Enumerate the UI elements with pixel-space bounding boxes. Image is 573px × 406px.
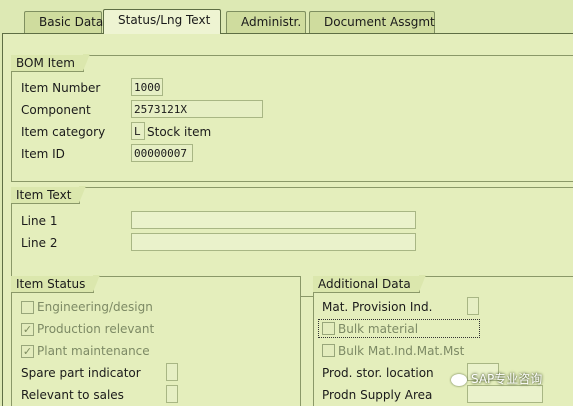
bulk-mat-ind-mat-mst-label: Bulk Mat.Ind.Mat.Mst: [338, 344, 465, 358]
tab-status-lng-text-label: Status/Lng Text: [118, 13, 211, 27]
prodn-supply-area-input[interactable]: [467, 385, 543, 403]
engineering-design-label: Engineering/design: [37, 300, 153, 314]
item-category-label: Item category: [21, 125, 106, 139]
tab-strip: Basic Data Status/Lng Text Administr. Do…: [0, 0, 573, 34]
bom-item-group-title: BOM Item: [11, 54, 90, 72]
tab-administr-label: Administr.: [241, 15, 302, 29]
tab-content-panel: BOM Item Item Number 1000 Component 2573…: [2, 33, 573, 406]
bulk-material-checkbox[interactable]: [322, 322, 335, 335]
watermark: SAP专业咨询: [451, 370, 542, 387]
tab-document-assgmt-label: Document Assgmt: [324, 15, 435, 29]
engineering-design-checkbox[interactable]: [21, 301, 34, 314]
wechat-icon: [451, 373, 467, 386]
item-number-label: Item Number: [21, 81, 101, 95]
item-id-label: Item ID: [21, 147, 65, 161]
bom-item-group: BOM Item Item Number 1000 Component 2573…: [11, 54, 573, 182]
bulk-mat-ind-mat-mst-checkbox[interactable]: [322, 344, 335, 357]
plant-maintenance-checkbox[interactable]: ✓: [21, 345, 34, 358]
line1-input[interactable]: [131, 211, 416, 229]
prodn-supply-area-label: Prodn Supply Area: [322, 388, 433, 402]
bulk-material-label: Bulk material: [338, 322, 419, 336]
item-category-code-field: L: [131, 122, 145, 140]
watermark-text: SAP专业咨询: [471, 372, 543, 386]
relevant-to-sales-label: Relevant to sales: [21, 388, 124, 402]
item-status-group: Item Status Engineering/design ✓ Product…: [11, 275, 301, 406]
line1-label: Line 1: [21, 214, 58, 228]
spare-part-indicator-label: Spare part indicator: [21, 366, 141, 380]
component-field: 2573121X: [131, 100, 263, 118]
item-category-text: Stock item: [147, 125, 212, 139]
item-status-group-title: Item Status: [11, 275, 101, 293]
additional-data-group-title: Additional Data: [313, 275, 426, 293]
line2-label: Line 2: [21, 236, 58, 250]
tab-basic-data[interactable]: Basic Data: [24, 11, 104, 33]
relevant-to-sales-field[interactable]: [166, 385, 178, 403]
line2-input[interactable]: [131, 233, 416, 251]
tab-document-assgmt[interactable]: Document Assgmt: [309, 11, 435, 33]
plant-maintenance-label: Plant maintenance: [37, 344, 150, 358]
component-label: Component: [21, 103, 91, 117]
tab-administr[interactable]: Administr.: [226, 11, 306, 33]
item-id-field: 00000007: [131, 144, 193, 162]
production-relevant-label: Production relevant: [37, 322, 155, 336]
tab-status-lng-text[interactable]: Status/Lng Text: [103, 9, 221, 34]
item-text-group-title: Item Text: [11, 186, 87, 204]
mat-provision-ind-field[interactable]: [467, 297, 479, 315]
prod-stor-location-label: Prod. stor. location: [322, 366, 434, 380]
tab-basic-data-label: Basic Data: [39, 15, 104, 29]
spare-part-indicator-field[interactable]: [166, 363, 178, 381]
item-number-field: 1000: [131, 78, 163, 96]
production-relevant-checkbox[interactable]: ✓: [21, 323, 34, 336]
mat-provision-ind-label: Mat. Provision Ind.: [322, 300, 433, 314]
